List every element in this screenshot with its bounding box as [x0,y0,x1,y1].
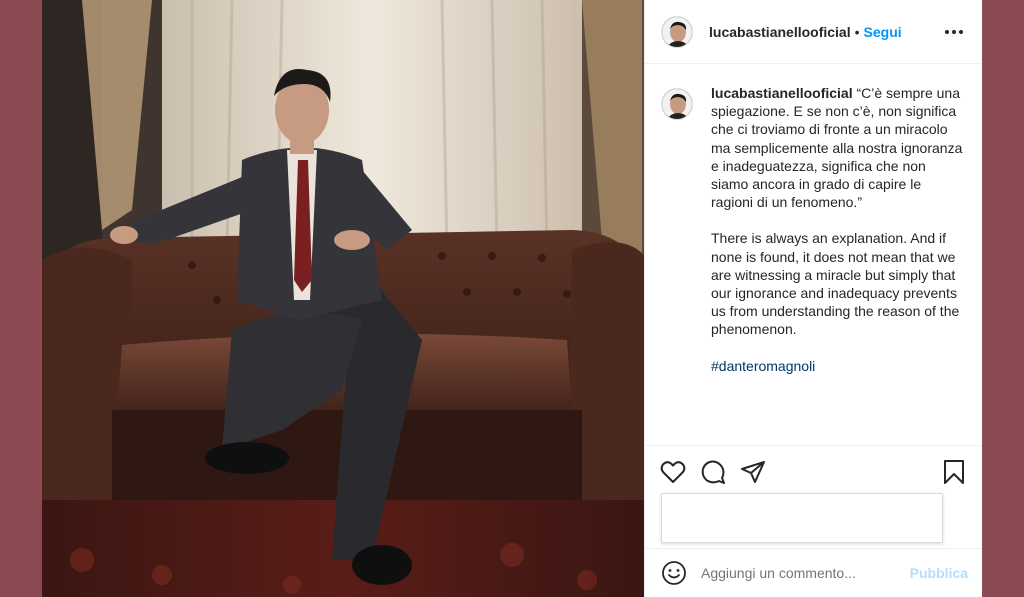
avatar-image [662,89,692,119]
action-bar [645,445,982,486]
caption-avatar[interactable] [661,88,693,120]
separator-dot: • [854,23,860,40]
caption-text: lucabastianellooficial “C’è sempre una s… [711,84,966,393]
bookmark-icon[interactable] [940,458,968,486]
caption-block: lucabastianellooficial “C’è sempre una s… [661,84,966,393]
comment-input[interactable] [701,565,910,581]
avatar[interactable] [661,15,693,48]
more-options-icon[interactable] [942,20,966,44]
post-author-username[interactable]: lucabastianellooficial [709,24,851,40]
photo-illustration [42,0,644,597]
post-header: lucabastianellooficial • Segui [645,0,982,64]
comment-bar: Pubblica [645,548,982,597]
avatar-image [662,16,692,47]
caption-italian: lucabastianellooficial “C’è sempre una s… [711,84,966,211]
caption-username[interactable]: lucabastianellooficial [711,85,853,101]
post-photo[interactable] [42,0,644,597]
share-icon[interactable] [739,458,767,486]
publish-button[interactable]: Pubblica [910,565,968,581]
comment-icon[interactable] [699,458,727,486]
likes-box [661,493,943,543]
post-side-panel: lucabastianellooficial • Segui lucabasti… [644,0,982,597]
caption-english: There is always an explanation. And if n… [711,230,960,338]
emoji-icon[interactable] [661,560,687,586]
follow-button[interactable]: Segui [864,24,902,40]
heart-icon[interactable] [659,458,687,486]
instagram-post: lucabastianellooficial • Segui lucabasti… [42,0,982,597]
hashtag-link[interactable]: #danteromagnoli [711,358,815,374]
caption-italian-text: “C’è sempre una spiegazione. E se non c’… [711,85,963,211]
